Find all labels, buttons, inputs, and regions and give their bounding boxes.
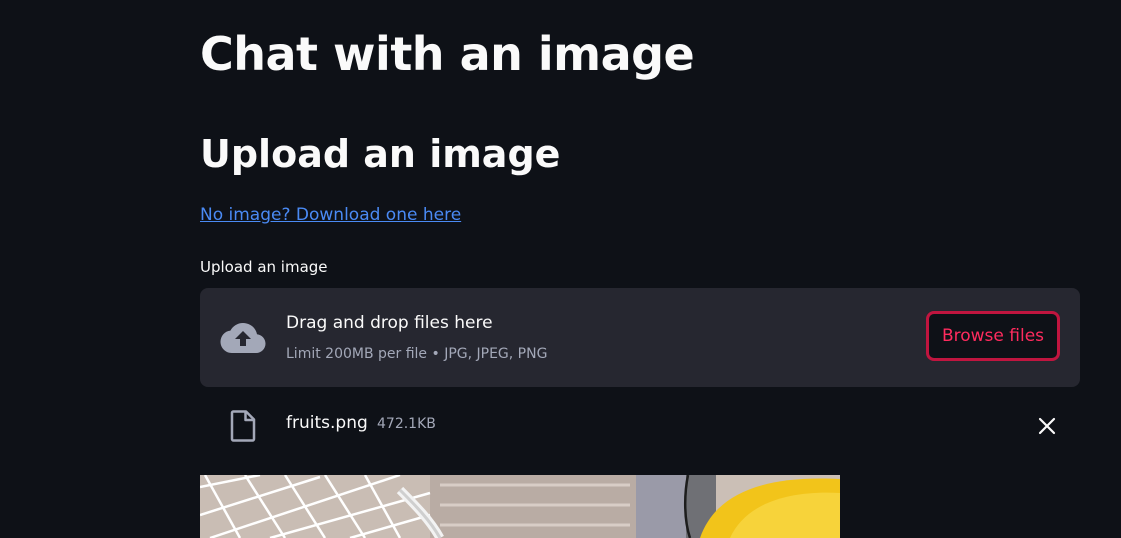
close-icon[interactable] xyxy=(1036,415,1058,437)
uploaded-file-size: 472.1KB xyxy=(377,416,436,432)
uploaded-file-row: fruits.png 472.1KB xyxy=(200,400,1080,452)
cloud-upload-icon xyxy=(220,323,266,353)
file-dropzone[interactable]: Drag and drop files here Limit 200MB per… xyxy=(200,288,1080,387)
fruit-photo-image xyxy=(200,475,840,538)
uploaded-image-preview xyxy=(200,475,840,538)
download-image-link[interactable]: No image? Download one here xyxy=(200,205,461,225)
browse-files-button[interactable]: Browse files xyxy=(926,311,1060,361)
dropzone-instructions: Drag and drop files here xyxy=(286,313,493,333)
file-icon xyxy=(230,410,256,442)
dropzone-limit-text: Limit 200MB per file • JPG, JPEG, PNG xyxy=(286,346,548,362)
page-title: Chat with an image xyxy=(200,27,695,81)
uploaded-file-name: fruits.png xyxy=(286,413,368,433)
file-uploader-label: Upload an image xyxy=(200,258,328,276)
upload-subheader: Upload an image xyxy=(200,132,561,176)
